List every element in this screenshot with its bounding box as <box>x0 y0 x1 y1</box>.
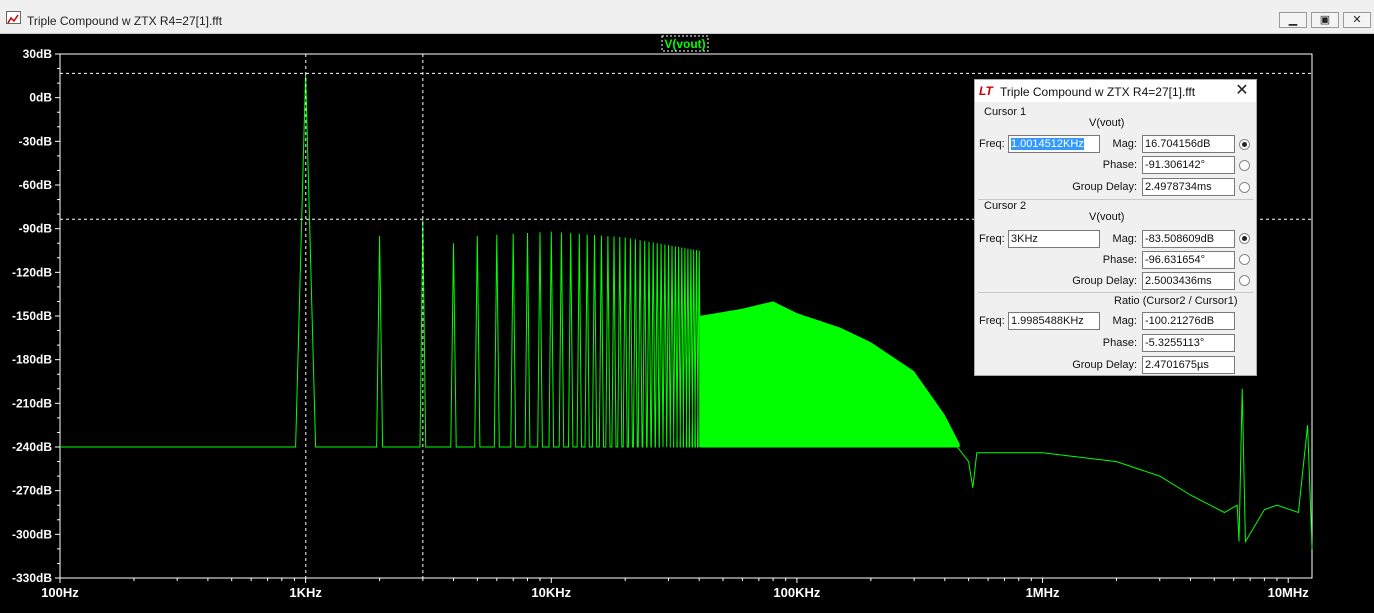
ratio-mag-label: Mag: <box>1112 315 1137 327</box>
dialog-title: Triple Compound w ZTX R4=27[1].fft <box>1000 85 1196 99</box>
ratio-freq-label: Freq: <box>979 315 1005 327</box>
cursor2-trace: V(vout) <box>1089 211 1125 223</box>
close-icon: ✕ <box>1352 14 1362 26</box>
y-tick-label: -180dB <box>12 353 52 367</box>
cursor2-mag-field[interactable]: -83.508609dB <box>1142 230 1235 248</box>
ltspice-logo-icon: LT <box>979 84 993 98</box>
cursor1-gd-field[interactable]: 2.4978734ms <box>1142 178 1235 196</box>
cursor1-gd-label: Group Delay: <box>1072 181 1137 193</box>
cursor2-phase-field[interactable]: -96.631654° <box>1142 251 1235 269</box>
cursor1-gd-radio[interactable] <box>1239 182 1250 193</box>
y-tick-label: -300dB <box>12 527 52 541</box>
y-tick-label: -30dB <box>19 134 53 148</box>
cursor2-freq-label: Freq: <box>979 233 1005 245</box>
cursor1-phase-radio[interactable] <box>1239 160 1250 171</box>
cursor1-freq-label: Freq: <box>979 138 1005 150</box>
ratio-phase-label: Phase: <box>1102 337 1137 349</box>
cursor2-phase-radio[interactable] <box>1239 254 1250 265</box>
cursor-dialog: LT Triple Compound w ZTX R4=27[1].fft ✕ … <box>974 79 1257 376</box>
y-tick-label: -240dB <box>12 440 52 454</box>
x-tick-label: 10KHz <box>531 585 571 600</box>
cursor2-mag-label: Mag: <box>1112 233 1137 245</box>
window-title-bar: Triple Compound w ZTX R4=27[1].fft ▁ ▣ ✕ <box>0 0 1374 34</box>
y-tick-label: -60dB <box>19 178 53 192</box>
trace-label[interactable]: V(vout) <box>664 37 705 51</box>
y-axis: 30dB 0dB -30dB -60dB -90dB -120dB -150dB -180dB… <box>12 47 60 585</box>
y-tick-label: -90dB <box>19 222 53 236</box>
minimize-icon: ▁ <box>1288 14 1298 26</box>
cursor1-mag-label: Mag: <box>1112 138 1137 150</box>
cursor1-phase-label: Phase: <box>1102 159 1137 171</box>
y-tick-label: 30dB <box>23 47 53 61</box>
ratio-phase-field[interactable]: -5.3255113° <box>1142 334 1235 352</box>
trace-dense-fill <box>699 301 960 447</box>
ratio-gd-label: Group Delay: <box>1072 359 1137 371</box>
cursor1-phase-field[interactable]: -91.306142° <box>1142 156 1235 174</box>
x-tick-label: 1KHz <box>289 585 322 600</box>
close-button[interactable]: ✕ <box>1343 12 1371 28</box>
ratio-freq-field[interactable]: 1.9985488KHz <box>1008 312 1100 330</box>
y-tick-label: -210dB <box>12 396 52 410</box>
x-axis: 100Hz 1KHz 10KHz 100KHz 1MHz 10MHz <box>41 578 1309 600</box>
ratio-mag-field[interactable]: -100.21276dB <box>1142 312 1235 330</box>
restore-button[interactable]: ▣ <box>1311 12 1339 28</box>
y-tick-label: 0dB <box>29 91 52 105</box>
cursor1-mag-field[interactable]: 16.704156dB <box>1142 135 1235 153</box>
cursor2-gd-radio[interactable] <box>1239 275 1250 286</box>
cursor2-group-label: Cursor 2 <box>984 200 1027 212</box>
cursor2-mag-radio[interactable] <box>1239 233 1250 244</box>
cursor2-gd-field[interactable]: 2.5003436ms <box>1142 272 1235 290</box>
cursor2-freq-field[interactable]: 3KHz <box>1008 230 1100 248</box>
y-tick-label: -330dB <box>12 571 52 585</box>
dialog-close-icon[interactable]: ✕ <box>1233 82 1251 100</box>
waveform-app-icon <box>6 11 21 24</box>
ratio-gd-field[interactable]: 2.4701675µs <box>1142 356 1235 374</box>
dialog-header: LT Triple Compound w ZTX R4=27[1].fft ✕ <box>975 80 1256 102</box>
cursor2-phase-label: Phase: <box>1102 254 1137 266</box>
x-tick-label: 100Hz <box>41 585 79 600</box>
y-tick-label: -150dB <box>12 309 52 323</box>
y-tick-label: -120dB <box>12 265 52 279</box>
restore-icon: ▣ <box>1319 14 1331 26</box>
cursor1-freq-field[interactable]: 1.0014512KHz <box>1008 135 1100 153</box>
ratio-group-label: Ratio (Cursor2 / Cursor1) <box>1114 295 1238 307</box>
y-tick-label: -270dB <box>12 484 52 498</box>
cursor1-group-label: Cursor 1 <box>984 106 1027 118</box>
x-tick-label: 1MHz <box>1026 585 1060 600</box>
cursor2-gd-label: Group Delay: <box>1072 275 1137 287</box>
minimize-button[interactable]: ▁ <box>1279 12 1307 28</box>
cursor1-trace: V(vout) <box>1089 117 1125 129</box>
cursor1-mag-radio[interactable] <box>1239 139 1250 150</box>
cursor2-separator <box>978 292 1253 293</box>
window-title: Triple Compound w ZTX R4=27[1].fft <box>27 14 223 28</box>
x-tick-label: 10MHz <box>1268 585 1310 600</box>
x-tick-label: 100KHz <box>773 585 820 600</box>
